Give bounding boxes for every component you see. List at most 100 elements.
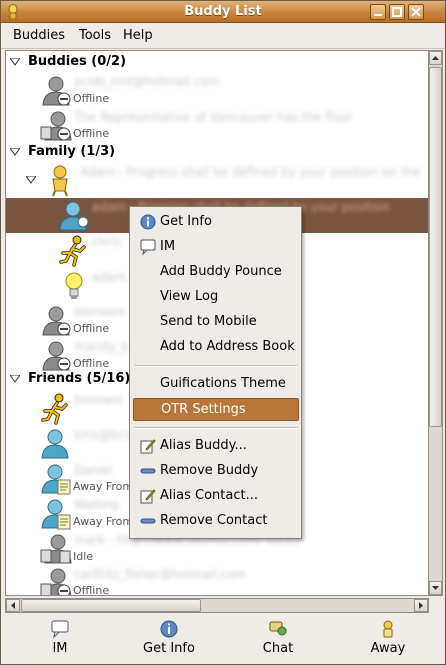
edit-icon [140,439,156,454]
minimize-icon [374,14,382,16]
lightbulb-icon [65,272,83,299]
chat-icon [269,621,287,636]
buddy-name: carlfritz_fisher@hotmail.com [74,567,247,581]
im-icon [140,239,156,255]
offline-person-icon [42,76,71,106]
buddy-status: Offline [73,584,110,596]
menu-item-view-log[interactable]: View Log [133,286,299,309]
menu-help[interactable]: Help [123,28,153,43]
expander-expanded-icon[interactable] [10,375,20,383]
im-button-label: IM [52,641,68,656]
scroll-up-button[interactable] [429,51,442,65]
menu-item-label: Alias Contact... [160,488,258,503]
menu-item-label: IM [160,239,176,254]
buddy-status: Offline [73,92,110,105]
group-label: Friends (5/16) [28,371,131,386]
chat-button[interactable]: Chat [233,617,323,663]
menu-buddies[interactable]: Buddies [13,28,65,43]
menu-item-label: Add to Address Book [160,339,295,354]
msn-away-note-icon [41,499,71,530]
get-info-button[interactable]: Get Info [124,617,214,663]
menu-item-alias-contact[interactable]: Alias Contact... [133,485,299,508]
menu-item-guifications-theme[interactable]: Guifications Theme [133,373,299,396]
arrow-down-icon [432,586,439,590]
arrow-left-icon [11,602,15,609]
info-icon [140,214,156,230]
aim-running-man-icon [59,235,86,267]
buddy-context-menu: Get Info IM Add Buddy Pounce View Log Se… [129,206,302,539]
menu-item-im[interactable]: IM [133,236,299,259]
menu-item-label: Add Buddy Pounce [160,264,282,279]
menu-item-label: Get Info [160,214,212,229]
info-icon [160,620,178,638]
idle-contact-group-icon [40,534,72,564]
group-row-buddies[interactable]: Buddies (0/2) [6,52,428,74]
menu-tools[interactable]: Tools [79,28,111,43]
menu-item-get-info[interactable]: Get Info [133,211,299,234]
maximize-button[interactable] [389,4,405,20]
buddy-row[interactable]: The Representative of Vancouver has the … [6,108,428,143]
title-bar[interactable]: Buddy List [1,1,445,23]
bottom-button-bar: IM Get Info Chat Away [1,615,445,665]
menu-item-add-to-address-book[interactable]: Add to Address Book [133,336,299,359]
buddy-name: The Representative of Vancouver has the … [74,110,353,124]
im-icon [51,620,69,639]
edit-icon [140,489,156,504]
scroll-left-button[interactable] [6,599,20,612]
aim-running-man-icon [41,393,68,425]
menu-item-send-to-mobile[interactable]: Send to Mobile [133,311,299,334]
offline-person-icon [42,306,71,336]
offline-contact-group-icon [40,568,72,595]
msn-buddy-icon [41,429,69,459]
buddy-name: Daniel [74,463,113,477]
vertical-scroll-thumb[interactable] [429,67,442,427]
scroll-right-button[interactable] [414,599,428,612]
group-label: Buddies (0/2) [28,54,127,69]
menu-item-label: Guifications Theme [160,376,286,391]
contact-expander-icon[interactable] [26,176,36,184]
chat-button-label: Chat [262,641,294,656]
offline-contact-group-icon [40,111,72,141]
menu-separator [134,427,298,429]
im-button[interactable]: IM [15,617,105,663]
menu-item-remove-contact[interactable]: Remove Contact [133,510,299,533]
menu-item-label: Alias Buddy... [160,438,247,453]
away-icon [383,620,393,638]
buddy-status: Offline [73,322,110,335]
arrow-up-icon [432,56,439,60]
menu-item-label: Remove Contact [160,513,268,528]
close-icon [411,7,421,17]
offline-person-icon [42,341,71,371]
buddy-row[interactable]: carlfritz_fisher@hotmail.com Offline [6,565,428,596]
menu-item-add-buddy-pounce[interactable]: Add Buddy Pounce [133,261,299,284]
vertical-scrollbar[interactable] [429,50,443,596]
close-button[interactable] [408,4,424,20]
maximize-icon [392,7,402,17]
buddy-status: Away From [73,480,134,493]
menu-item-alias-buddy[interactable]: Alias Buddy... [133,435,299,458]
buddy-row[interactable]: pcids_tmt@hotmail.com Offline [6,73,428,108]
horizontal-scrollbar[interactable] [5,598,429,613]
menu-item-remove-buddy[interactable]: Remove Buddy [133,460,299,483]
away-button[interactable]: Away [343,617,433,663]
group-row-family[interactable]: Family (1/3) [6,142,428,164]
away-button-label: Away [370,641,406,656]
minimize-button[interactable] [370,4,386,20]
expander-expanded-icon[interactable] [10,58,20,66]
aim-contact-icon [52,165,68,197]
menu-item-otr-settings[interactable]: OTR Settings [133,398,299,421]
buddy-name: Adam - Progress shall be defined by your… [80,165,421,179]
expander-expanded-icon[interactable] [10,148,20,156]
msn-buddy-icon [59,201,89,231]
contact-row[interactable]: Adam - Progress shall be defined by your… [6,163,428,198]
scroll-down-button[interactable] [429,581,442,595]
buddy-name: mandy_b [74,340,129,354]
menu-item-label: Send to Mobile [160,314,257,329]
msn-away-note-icon [41,464,71,495]
buddy-name: fumsam [74,393,123,407]
remove-icon [140,468,156,474]
menu-item-label: View Log [160,289,219,304]
buddy-name: olenasm [74,305,125,319]
buddy-list-window: Buddy List Buddies Tools Help Buddies (0… [0,0,446,665]
horizontal-scroll-thumb[interactable] [21,599,201,612]
